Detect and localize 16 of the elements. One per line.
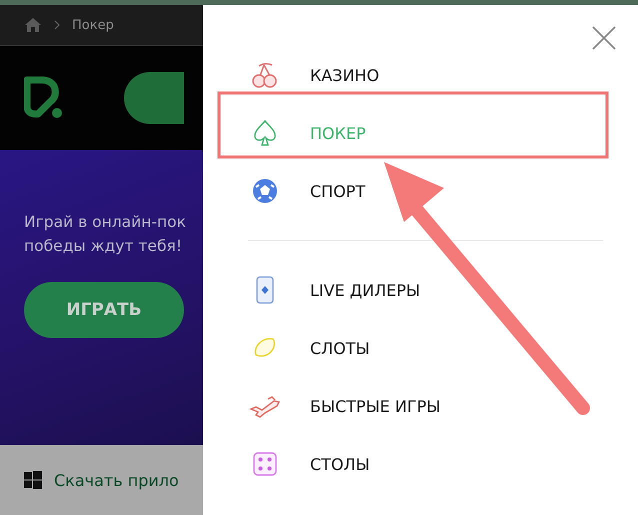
menu-item[interactable]: СЛОТЫ bbox=[248, 319, 370, 377]
menu-item[interactable]: СПОРТ bbox=[248, 162, 366, 220]
menu-item[interactable]: КАЗИНО bbox=[248, 46, 380, 104]
home-icon[interactable] bbox=[24, 17, 42, 33]
breadcrumb-item[interactable]: Покер bbox=[72, 18, 114, 32]
menu-item[interactable]: СТОЛЫ bbox=[248, 435, 370, 493]
menu-item[interactable]: LIVE ДИЛЕРЫ bbox=[248, 261, 420, 319]
logo-icon[interactable] bbox=[24, 76, 64, 120]
windows-icon bbox=[24, 471, 42, 489]
close-icon[interactable] bbox=[590, 24, 618, 52]
download-link[interactable]: Скачать прило bbox=[54, 470, 179, 490]
header-button[interactable] bbox=[124, 72, 184, 124]
soccer-ball-icon bbox=[250, 176, 280, 206]
chevron-icon bbox=[54, 20, 60, 30]
menu-item[interactable]: БЫСТРЫЕ ИГРЫ bbox=[248, 377, 440, 435]
hero-text: Играй в онлайн-пок победы ждут тебя! bbox=[24, 212, 187, 257]
